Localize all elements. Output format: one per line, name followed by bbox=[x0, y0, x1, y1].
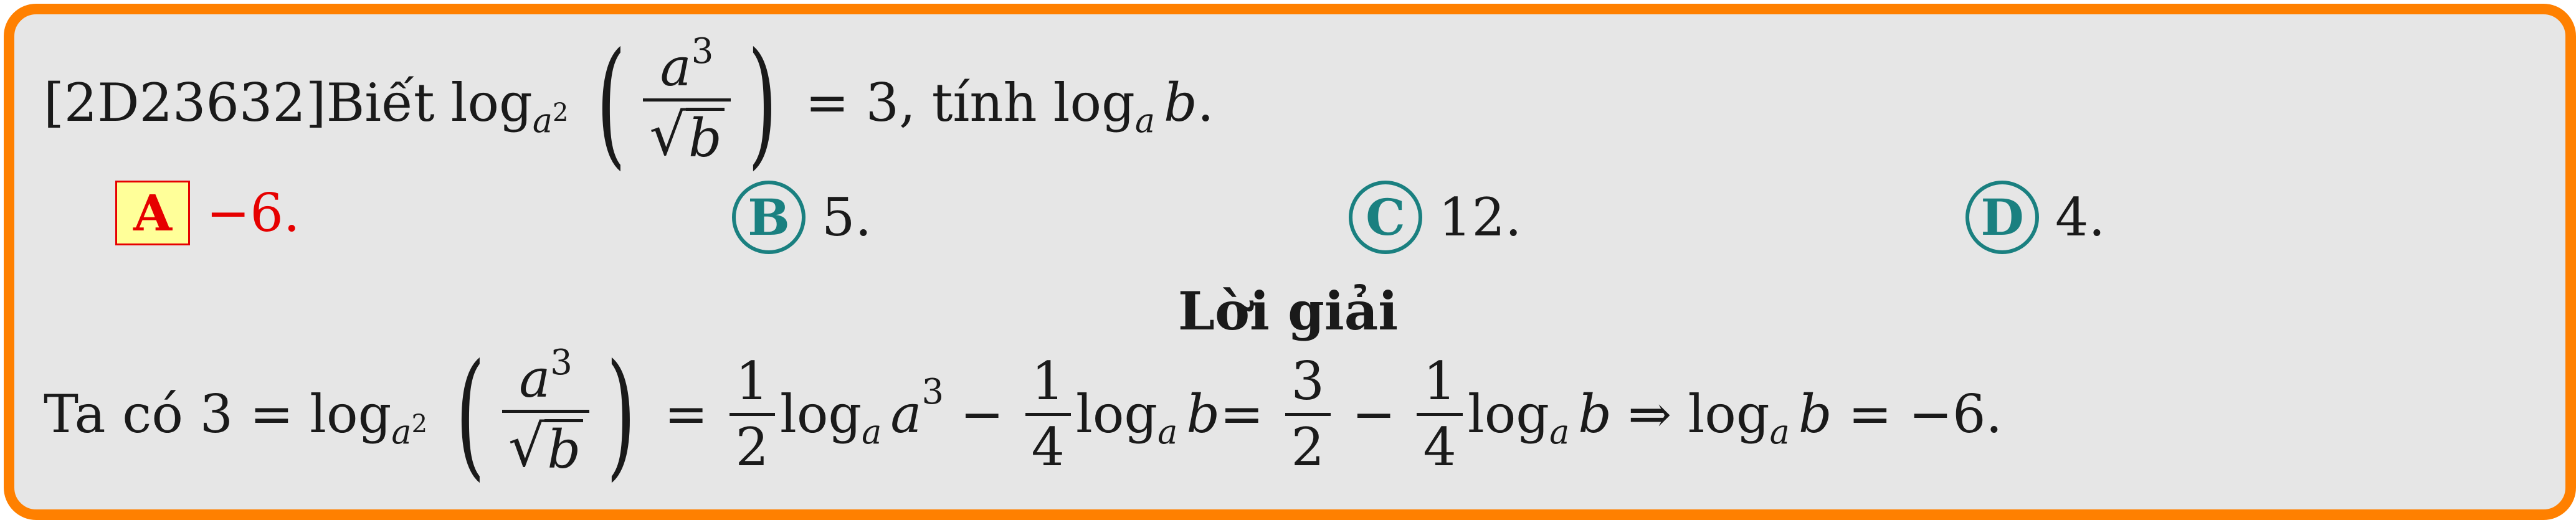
term4-log: log bbox=[1688, 384, 1770, 445]
term3-var: b bbox=[1578, 384, 1612, 445]
ask-end: . bbox=[1197, 72, 1214, 133]
question-code: [2D23632] bbox=[44, 72, 326, 133]
term2-var: b bbox=[1186, 384, 1220, 445]
log-base: a2 bbox=[532, 98, 569, 140]
question-prefix: Biết bbox=[326, 72, 435, 133]
option-d[interactable]: D 4. bbox=[1965, 181, 2105, 254]
solution-start: Ta có 3 = bbox=[44, 384, 294, 445]
solution-eq2: = bbox=[1220, 384, 1264, 445]
question-tinh: tính bbox=[931, 72, 1037, 133]
solution-eq1: = bbox=[664, 384, 708, 445]
right-paren: ) bbox=[748, 23, 777, 182]
option-a-label: A bbox=[115, 181, 190, 245]
solution-heading: Lời giải bbox=[1177, 280, 1399, 342]
minus1: − bbox=[960, 384, 1004, 445]
solution-result: = −6. bbox=[1848, 384, 2003, 445]
term3-base: a bbox=[1549, 412, 1570, 451]
solution-log-base: a2 bbox=[391, 409, 428, 451]
left-paren: ( bbox=[596, 23, 626, 182]
solution-line: Ta có 3 = log a2 ( a3 √ b ) = 12 log a a3… bbox=[44, 336, 2002, 492]
option-a-text: −6. bbox=[206, 182, 300, 243]
term4-var: b bbox=[1798, 384, 1832, 445]
frac-three-halves: 32 bbox=[1285, 354, 1331, 475]
option-a[interactable]: A −6. bbox=[115, 181, 300, 245]
solution-log: log bbox=[310, 384, 392, 445]
frac-quarter-2: 14 bbox=[1417, 354, 1463, 475]
option-b[interactable]: B 5. bbox=[732, 181, 872, 254]
ask-var: b bbox=[1164, 72, 1197, 133]
term1-base: a bbox=[862, 412, 882, 451]
term1-var: a bbox=[890, 384, 922, 445]
term3-log: log bbox=[1467, 384, 1550, 445]
log-text: log bbox=[450, 72, 533, 133]
term2-log: log bbox=[1075, 384, 1158, 445]
ask-log: log bbox=[1053, 72, 1135, 133]
solution-fraction: a3 √ b bbox=[501, 344, 590, 477]
term1-log: log bbox=[779, 384, 862, 445]
frac-half: 12 bbox=[729, 354, 775, 475]
solution-left-paren: ( bbox=[455, 334, 485, 494]
minus2: − bbox=[1352, 384, 1396, 445]
option-d-text: 4. bbox=[2055, 187, 2106, 248]
option-b-text: 5. bbox=[822, 187, 872, 248]
ask-base: a bbox=[1134, 100, 1156, 140]
option-c[interactable]: C 12. bbox=[1349, 181, 1522, 254]
solution-right-paren: ) bbox=[606, 334, 636, 494]
implies-icon: ⇒ bbox=[1628, 384, 1672, 445]
option-c-text: 12. bbox=[1438, 187, 1522, 248]
option-d-label: D bbox=[1965, 181, 2039, 254]
frac-quarter: 14 bbox=[1025, 354, 1071, 475]
term2-base: a bbox=[1157, 412, 1178, 451]
option-b-label: B bbox=[732, 181, 806, 254]
question-line: [2D23632] Biết log a2 ( a3 √ b ) = 3, tín… bbox=[44, 25, 1214, 181]
term1-pow: 3 bbox=[921, 371, 944, 412]
term4-base: a bbox=[1769, 412, 1790, 451]
option-c-label: C bbox=[1349, 181, 1422, 254]
question-equals: = 3, bbox=[805, 72, 916, 133]
question-fraction: a3 √ b bbox=[643, 33, 731, 166]
